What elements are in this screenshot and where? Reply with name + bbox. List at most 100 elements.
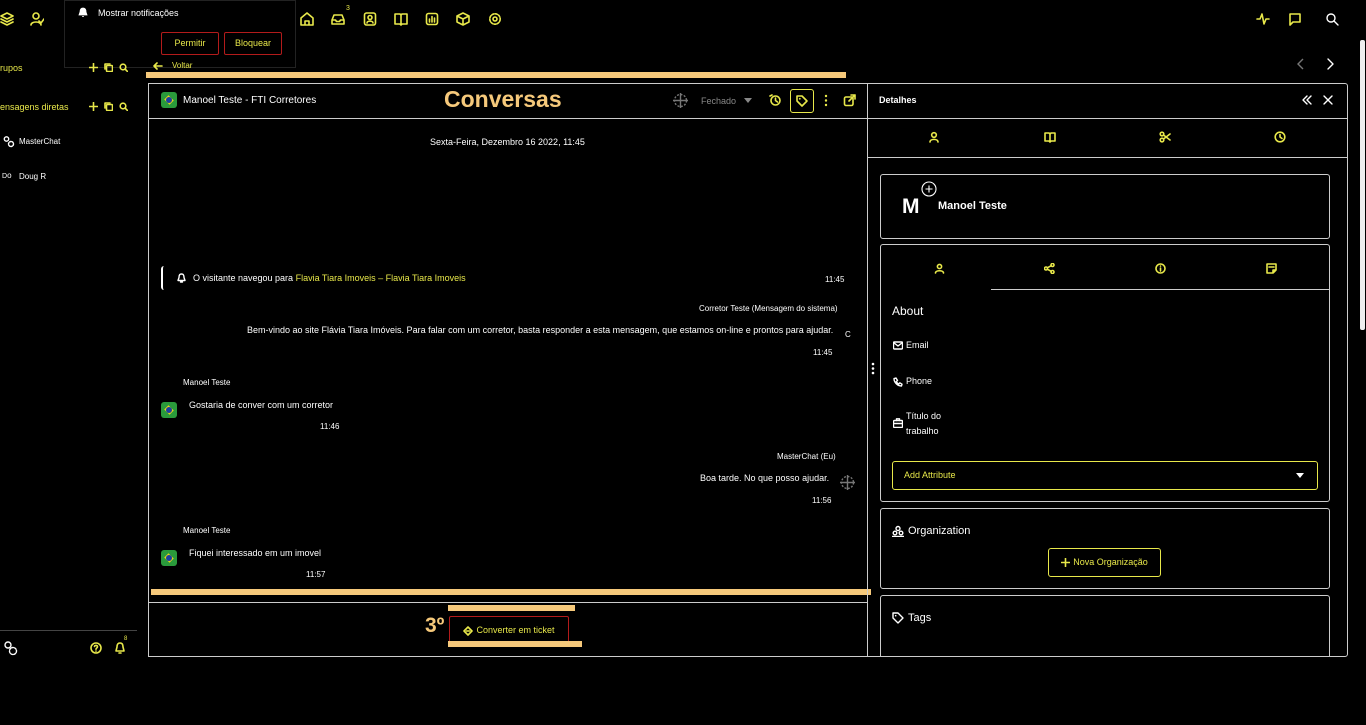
user-check-icon[interactable] — [30, 12, 44, 26]
search-groups-icon[interactable] — [119, 63, 128, 72]
assignee-icon[interactable] — [672, 92, 689, 109]
notifications-bell-icon[interactable] — [114, 642, 126, 654]
tab-history-icon[interactable] — [1274, 131, 1286, 143]
back-link[interactable]: Voltar — [172, 61, 192, 70]
organization-card: Organization Nova Organização — [880, 508, 1330, 589]
search-icon[interactable] — [1325, 12, 1339, 26]
copy-dm-icon[interactable] — [104, 102, 113, 111]
active-tab-indicator — [868, 155, 988, 157]
dm-user-name: MasterChat — [19, 137, 61, 146]
organization-icon — [892, 525, 904, 537]
message-text: Bem-vindo ao site Flávia Tiara Imóveis. … — [247, 325, 834, 335]
layers-icon[interactable] — [0, 12, 14, 26]
message-time: 11:46 — [320, 422, 340, 431]
about-tabs — [881, 245, 1329, 290]
scrollbar-thumb[interactable] — [1360, 40, 1365, 330]
tab-share-icon[interactable] — [1044, 263, 1055, 274]
block-button[interactable]: Bloquear — [224, 32, 282, 55]
bell-icon — [177, 273, 186, 283]
dm-user-item[interactable]: Do Doug R — [2, 170, 122, 184]
tag-icon[interactable] — [790, 89, 814, 113]
details-tabs — [868, 118, 1347, 158]
message-sender: Manoel Teste — [183, 526, 231, 535]
tags-heading: Tags — [908, 612, 932, 624]
inbox-badge: 3 — [346, 5, 350, 12]
inbox-icon[interactable] — [331, 12, 345, 26]
collapse-icon[interactable] — [1302, 95, 1312, 105]
organization-heading: Organization — [908, 525, 971, 537]
message-text: Fiquei interessado em um imovel — [189, 548, 322, 558]
copy-icon[interactable] — [104, 63, 113, 72]
details-panel: Detalhes M Manoel Teste About Email Phon… — [867, 83, 1348, 657]
plus-icon — [1061, 557, 1071, 567]
reports-icon[interactable] — [425, 12, 439, 26]
date-divider: Sexta-Feira, Dezembro 16 2022, 11:45 — [430, 137, 585, 147]
job-title-label: Título do trabalho — [906, 411, 942, 436]
message-text: Boa tarde. No que posso ajudar. — [700, 473, 830, 483]
email-icon — [893, 341, 903, 350]
next-page-icon[interactable] — [1325, 58, 1335, 70]
package-icon[interactable] — [456, 12, 470, 26]
book-icon[interactable] — [394, 12, 408, 26]
message-sender: Manoel Teste — [183, 378, 231, 387]
highlight-bar — [448, 641, 582, 647]
new-organization-button[interactable]: Nova Organização — [1048, 548, 1161, 577]
tab-knowledge-icon[interactable] — [1044, 131, 1056, 143]
brazil-flag-icon — [161, 550, 177, 566]
add-avatar-icon[interactable] — [921, 181, 937, 197]
contact-name: Manoel Teste — [938, 200, 1007, 212]
message-text: Gostaria de conver com um corretor — [189, 400, 334, 410]
dm-user-item[interactable]: MasterChat — [2, 135, 122, 149]
brazil-flag-icon — [161, 92, 177, 108]
back-arrow-icon[interactable] — [153, 62, 163, 70]
close-icon[interactable] — [1323, 95, 1333, 105]
tab-info-icon[interactable] — [1155, 263, 1166, 274]
chevron-down-icon[interactable] — [744, 98, 752, 104]
message-sender: Corretor Teste (Mensagem do sistema) — [699, 304, 838, 313]
tab-contact-icon[interactable] — [928, 131, 940, 143]
ticket-icon — [463, 625, 474, 636]
tab-notes-icon[interactable] — [1266, 263, 1277, 274]
new-organization-label: Nova Organização — [1073, 557, 1148, 567]
highlight-bar — [146, 72, 846, 78]
convert-ticket-button[interactable]: Converter em ticket — [449, 616, 569, 644]
dm-label[interactable]: ensagens diretas — [0, 102, 69, 112]
job-title-icon — [893, 418, 903, 428]
top-right-icons — [1256, 12, 1346, 28]
active-tab-indicator — [881, 288, 991, 290]
more-vertical-icon[interactable] — [824, 94, 828, 107]
contacts-icon[interactable] — [363, 12, 377, 26]
agent-status-icon[interactable] — [2, 640, 18, 656]
chat-icon[interactable] — [1288, 12, 1302, 26]
details-title: Detalhes — [879, 95, 917, 105]
allow-button[interactable]: Permitir — [161, 32, 219, 55]
help-icon[interactable] — [90, 642, 102, 654]
about-heading: About — [892, 304, 924, 318]
tab-profile-icon[interactable] — [934, 263, 945, 274]
groups-label[interactable]: rupos — [0, 63, 23, 73]
phone-icon — [893, 377, 903, 387]
user-avatar-icon — [2, 135, 15, 148]
about-card: About Email Phone Título do trabalho Add… — [880, 244, 1330, 502]
conversation-title: Manoel Teste - FTI Corretores — [183, 95, 317, 106]
status-select[interactable]: Fechado — [701, 96, 736, 106]
add-dm-icon[interactable] — [89, 102, 98, 111]
snooze-icon[interactable] — [769, 94, 782, 107]
tags-card: Tags — [880, 595, 1330, 656]
home-icon[interactable] — [300, 12, 314, 26]
activity-icon[interactable] — [1256, 12, 1270, 26]
message-avatar: C — [845, 330, 851, 339]
contact-card: M Manoel Teste — [880, 174, 1330, 239]
visitor-event-text: O visitante navegou para Flavia Tiara Im… — [193, 273, 466, 283]
settings-icon[interactable] — [488, 12, 502, 26]
tab-tools-icon[interactable] — [1159, 131, 1171, 143]
visitor-event-link[interactable]: Flavia Tiara Imoveis – Flavia Tiara Imov… — [296, 273, 466, 283]
search-dm-icon[interactable] — [119, 102, 128, 111]
scrollbar-track[interactable] — [1360, 40, 1366, 340]
add-attribute-select[interactable]: Add Attribute — [892, 461, 1318, 490]
sidebar-divider — [0, 630, 137, 631]
open-external-icon[interactable] — [843, 94, 856, 107]
prev-page-icon[interactable] — [1296, 58, 1306, 70]
contact-initial: M — [902, 195, 920, 218]
add-group-icon[interactable] — [89, 63, 98, 72]
